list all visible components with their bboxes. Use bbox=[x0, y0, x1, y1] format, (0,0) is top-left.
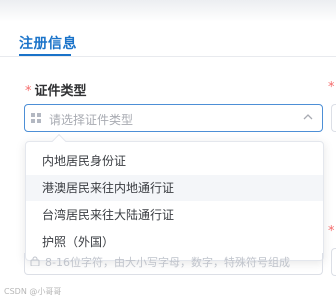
right-column-input-edge[interactable] bbox=[331, 104, 336, 132]
cert-type-dropdown: 内地居民身份证 港澳居民来往内地通行证 台湾居民来往大陆通行证 护照（外国） bbox=[25, 133, 324, 261]
tab-registration-info[interactable]: 注册信息 bbox=[19, 33, 77, 53]
tab-divider bbox=[0, 56, 336, 57]
cert-type-select[interactable]: 请选择证件类型 bbox=[24, 104, 323, 132]
option-foreign-passport[interactable]: 护照（外国） bbox=[26, 229, 323, 255]
required-mark: * bbox=[25, 84, 32, 99]
cert-type-placeholder: 请选择证件类型 bbox=[49, 113, 134, 127]
password-input[interactable]: 8-16位字符，由大小写字母，数字，特殊符号组成 bbox=[24, 253, 323, 275]
option-hk-macau-permit[interactable]: 港澳居民来往内地通行证 bbox=[26, 175, 323, 201]
top-fade-bar bbox=[0, 0, 336, 22]
right-column-input-edge-2[interactable] bbox=[331, 248, 336, 276]
cert-type-label-text: 证件类型 bbox=[34, 84, 87, 99]
chevron-up-icon[interactable] bbox=[302, 111, 314, 123]
right-column-required-mark: * bbox=[328, 80, 335, 95]
right-column-required-mark-2: * bbox=[328, 224, 335, 239]
watermark: CSDN @小哥哥 bbox=[4, 287, 62, 296]
option-mainland-id[interactable]: 内地居民身份证 bbox=[26, 148, 323, 174]
lock-icon bbox=[30, 256, 40, 266]
dropdown-arrow bbox=[51, 133, 67, 149]
password-placeholder: 8-16位字符，由大小写字母，数字，特殊符号组成 bbox=[45, 256, 290, 269]
grid-icon bbox=[31, 113, 41, 123]
cert-type-label: * 证件类型 bbox=[25, 80, 87, 99]
option-taiwan-permit[interactable]: 台湾居民来往大陆通行证 bbox=[26, 202, 323, 228]
